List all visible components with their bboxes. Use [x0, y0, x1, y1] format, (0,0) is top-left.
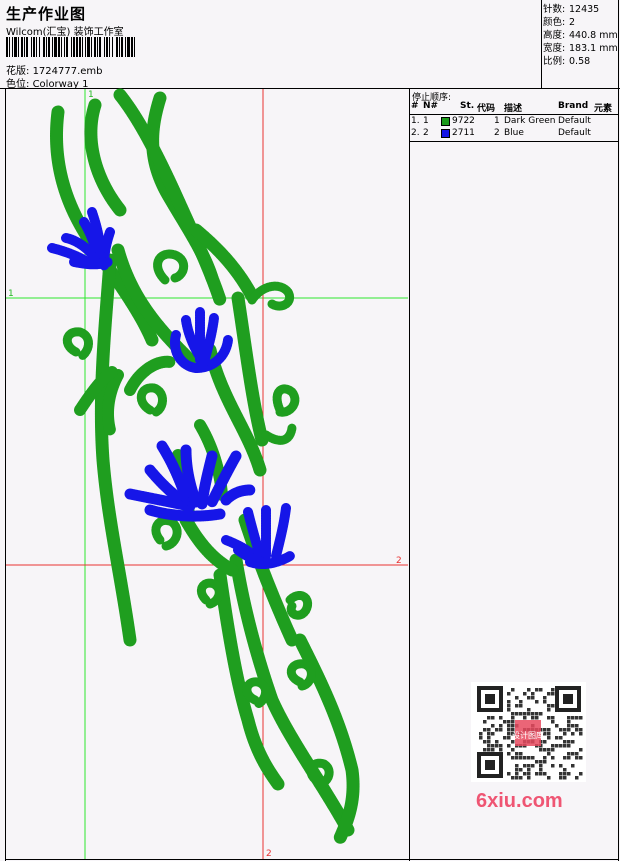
guide-marker-v1: 1 [88, 90, 94, 100]
flower-1 [47, 207, 115, 271]
flower-2 [170, 307, 233, 374]
qr-code-image: 设计图库 [477, 686, 583, 780]
guide-marker-h1: 1 [8, 289, 14, 299]
guide-marker-v2: 2 [266, 849, 272, 859]
seal-text: 设计图库 [512, 730, 544, 740]
production-sheet: 生产作业图 Wilcom(汇宝) 装饰工作室 花版: 1724777.emb 色… [0, 0, 620, 861]
qr-code: 设计图库 [471, 682, 586, 782]
watermark-text: 6xiu.com [476, 790, 563, 812]
guide-marker-h2: 2 [396, 556, 402, 566]
flower-3 [124, 440, 256, 522]
